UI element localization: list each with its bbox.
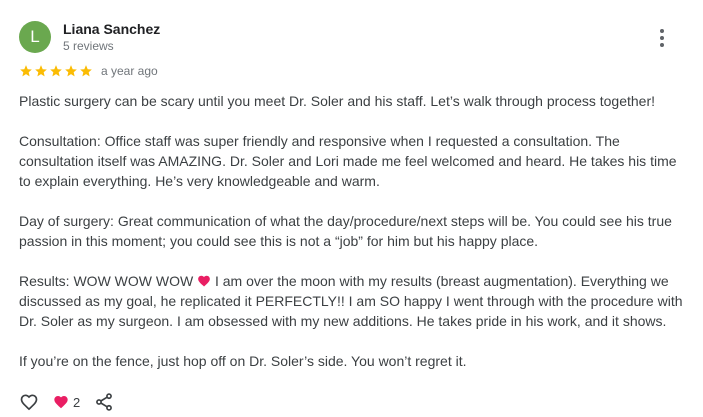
avatar[interactable]: L xyxy=(19,21,51,53)
reviewer-name[interactable]: Liana Sanchez xyxy=(63,21,160,37)
review-text: Plastic surgery can be scary until you m… xyxy=(19,91,689,371)
reviewer-review-count: 5 reviews xyxy=(63,39,114,53)
reaction-summary[interactable]: 2 xyxy=(53,394,80,410)
review-results-lead: Results: WOW WOW WOW xyxy=(19,273,198,289)
review-paragraph: Plastic surgery can be scary until you m… xyxy=(19,93,656,109)
star-icon xyxy=(50,65,62,77)
star-icon xyxy=(20,65,32,77)
heart-emoji-icon xyxy=(54,396,68,409)
heart-outline-icon xyxy=(20,394,38,411)
star-icon xyxy=(65,65,77,77)
star-rating xyxy=(19,64,93,78)
reaction-count: 2 xyxy=(73,394,81,410)
review-paragraph: Results: WOW WOW WOW I am over the moon … xyxy=(19,271,689,331)
review-paragraph: If you’re on the fence, just hop off on … xyxy=(19,353,467,369)
star-icon xyxy=(80,65,92,77)
more-vert-icon xyxy=(660,29,664,47)
star-icon xyxy=(35,65,47,77)
review-actions: 2 xyxy=(19,392,114,412)
share-button[interactable] xyxy=(94,392,114,412)
like-button[interactable] xyxy=(19,392,39,412)
avatar-initial: L xyxy=(30,27,40,46)
review-paragraph: Day of surgery: Great communication of w… xyxy=(19,213,672,249)
review-paragraph: Consultation: Office staff was super fri… xyxy=(19,133,677,189)
more-options-button[interactable] xyxy=(650,26,674,50)
heart-emoji-icon xyxy=(198,275,210,287)
review-date: a year ago xyxy=(101,64,158,78)
rating-row: a year ago xyxy=(19,64,158,78)
share-icon xyxy=(96,393,113,411)
